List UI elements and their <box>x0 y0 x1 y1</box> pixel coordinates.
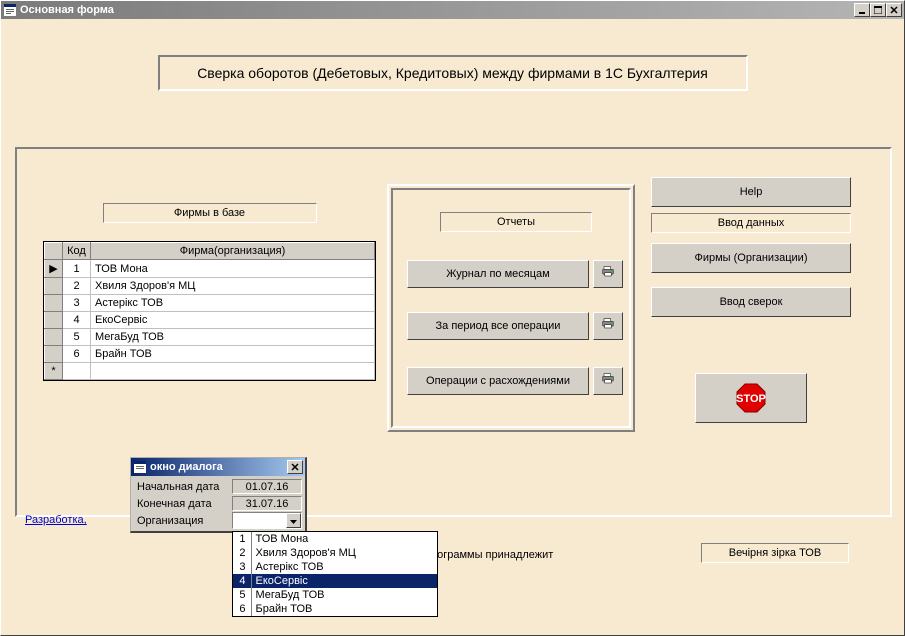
print-period-button[interactable] <box>593 312 623 340</box>
form-icon <box>133 460 147 474</box>
main-window: Основная форма Сверка оборотов (Дебетовы… <box>0 0 905 636</box>
dropdown-button[interactable] <box>286 513 301 528</box>
start-date-field[interactable]: 01.07.16 <box>232 479 302 494</box>
row-selector[interactable] <box>45 312 63 329</box>
printer-icon <box>602 266 614 282</box>
minimize-button[interactable] <box>854 3 870 17</box>
dialog-title: окно диалога <box>150 461 287 473</box>
dropdown-item[interactable]: 5МегаБуд ТОВ <box>233 588 437 602</box>
firms-button[interactable]: Фирмы (Организации) <box>651 243 851 273</box>
dialog-window[interactable]: окно диалога Начальная дата 01.07.16 Кон… <box>130 457 307 533</box>
chevron-down-icon <box>290 515 297 527</box>
dropdown-list[interactable]: 1ТОВ Мона2Хвиля Здоров'я МЦ3Астерікс ТОВ… <box>232 531 438 617</box>
table-row[interactable]: 5МегаБуд ТОВ <box>45 329 375 346</box>
row-selector[interactable] <box>45 329 63 346</box>
org-combobox[interactable] <box>232 512 302 529</box>
row-selector[interactable] <box>45 278 63 295</box>
stop-button[interactable]: STOP <box>695 373 807 423</box>
printer-icon <box>602 318 614 334</box>
start-date-label: Начальная дата <box>133 481 231 493</box>
dropdown-item[interactable]: 4ЕкоСервіс <box>233 574 437 588</box>
maximize-button[interactable] <box>870 3 886 17</box>
org-label: Организация <box>133 515 231 527</box>
end-date-label: Конечная дата <box>133 498 231 510</box>
reports-panel: Отчеты Журнал по месяцам За период все о… <box>387 184 635 432</box>
firms-section: Фирмы в базе Код Фирма(организация) ▶1ТО… <box>43 203 376 381</box>
end-date-field[interactable]: 31.07.16 <box>232 496 302 511</box>
col-name[interactable]: Фирма(организация) <box>91 243 375 260</box>
checks-button[interactable]: Ввод сверок <box>651 287 851 317</box>
dev-link[interactable]: Разработка, <box>25 514 87 526</box>
print-monthly-button[interactable] <box>593 260 623 288</box>
report-diff-button[interactable]: Операции с расхождениями <box>407 367 589 395</box>
print-diff-button[interactable] <box>593 367 623 395</box>
table-row[interactable]: 3Астерікс ТОВ <box>45 295 375 312</box>
dropdown-item[interactable]: 6Брайн ТОВ <box>233 602 437 616</box>
table-row[interactable]: 6Брайн ТОВ <box>45 346 375 363</box>
stop-icon: STOP <box>735 382 767 414</box>
right-column: Help Ввод данных Фирмы (Организации) Вво… <box>651 177 851 423</box>
grid-corner[interactable] <box>45 243 63 260</box>
dropdown-item[interactable]: 3Астерікс ТОВ <box>233 560 437 574</box>
table-row[interactable]: ▶1ТОВ Мона <box>45 260 375 278</box>
table-row[interactable]: 4ЕкоСервіс <box>45 312 375 329</box>
help-button[interactable]: Help <box>651 177 851 207</box>
dialog-titlebar[interactable]: окно диалога <box>131 458 305 476</box>
new-row[interactable]: * <box>45 363 375 380</box>
window-title: Основная форма <box>20 4 854 16</box>
row-selector[interactable]: ▶ <box>45 260 63 278</box>
close-button[interactable] <box>886 3 902 17</box>
dialog-close-button[interactable] <box>287 460 303 474</box>
printer-icon <box>602 373 614 389</box>
row-selector[interactable] <box>45 295 63 312</box>
page-title: Сверка оборотов (Дебетовых, Кредитовых) … <box>158 55 748 91</box>
new-row-marker[interactable]: * <box>45 363 63 380</box>
form-icon <box>3 3 17 17</box>
dropdown-item[interactable]: 1ТОВ Мона <box>233 532 437 546</box>
report-period-button[interactable]: За период все операции <box>407 312 589 340</box>
main-titlebar: Основная форма <box>1 1 904 19</box>
col-code[interactable]: Код <box>63 243 91 260</box>
svg-text:STOP: STOP <box>736 393 766 405</box>
firms-grid[interactable]: Код Фирма(организация) ▶1ТОВ Мона 2Хвиля… <box>43 241 376 381</box>
rights-owner: Вечірня зірка ТОВ <box>701 543 849 563</box>
report-monthly-button[interactable]: Журнал по месяцам <box>407 260 589 288</box>
row-selector[interactable] <box>45 346 63 363</box>
org-combobox-input[interactable] <box>233 513 286 528</box>
reports-label: Отчеты <box>440 212 592 232</box>
firms-label: Фирмы в базе <box>103 203 317 223</box>
dropdown-item[interactable]: 2Хвиля Здоров'я МЦ <box>233 546 437 560</box>
data-entry-label: Ввод данных <box>651 213 851 233</box>
table-row[interactable]: 2Хвиля Здоров'я МЦ <box>45 278 375 295</box>
